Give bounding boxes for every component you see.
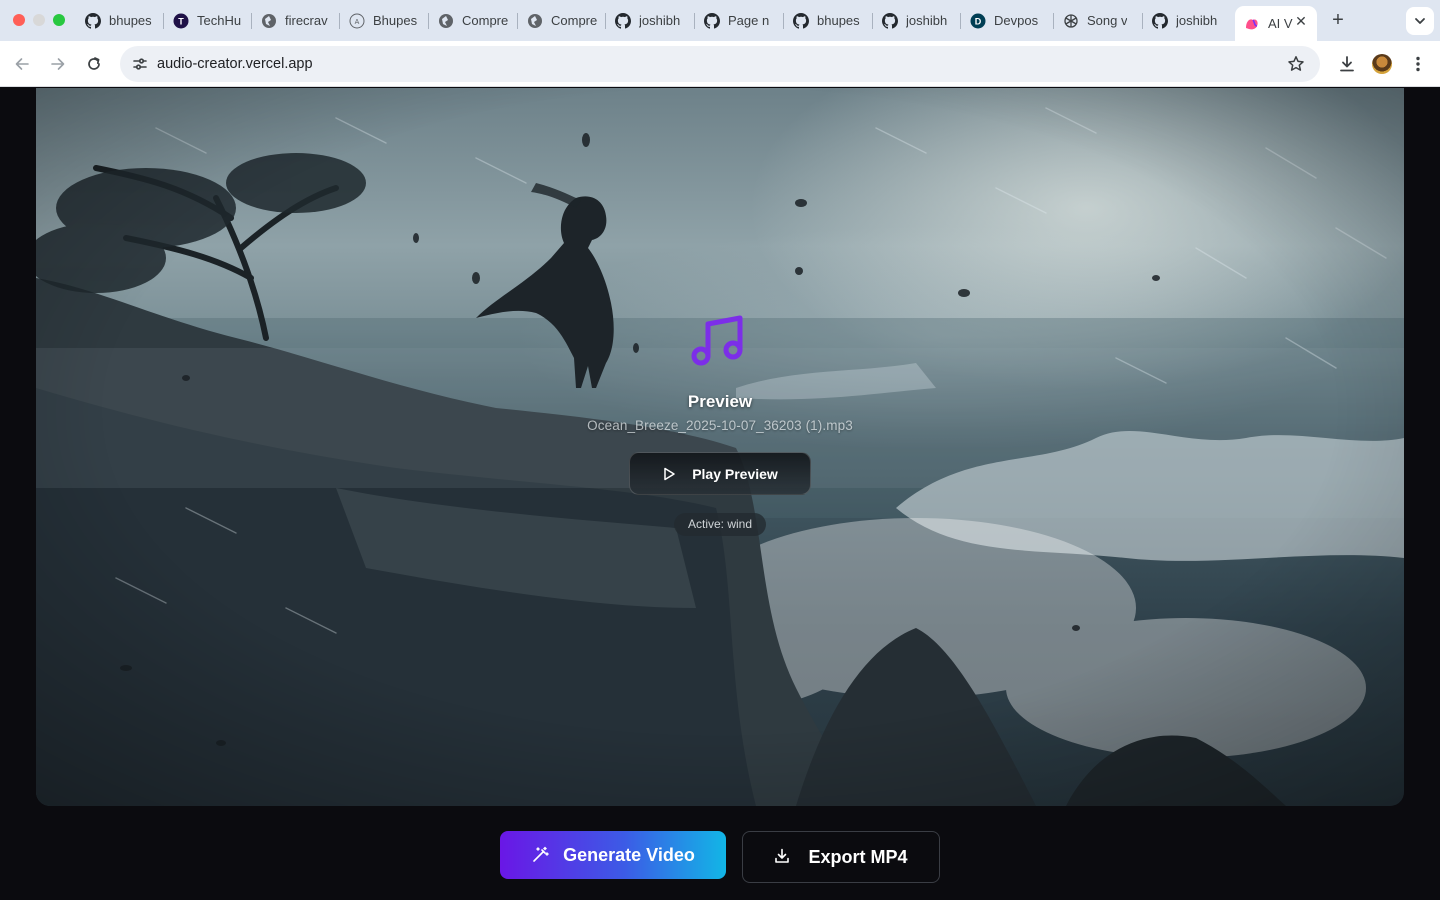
browser-menu-button[interactable] [1406,52,1430,76]
browser-tab[interactable]: Compre [518,6,606,35]
tab-title: bhupes [817,13,860,28]
action-bar: Generate Video Export MP4 [0,830,1440,886]
browser-tab[interactable]: bhupes [784,6,873,35]
app-logo-icon [1244,16,1260,32]
browser-tab[interactable]: T TechHu [164,6,252,35]
tab-title: Devpos [994,13,1039,28]
browser-tabstrip: bhupes T TechHu firecrav A Bhupes Compre… [0,0,1440,41]
tab-title: AI V [1268,16,1293,31]
export-mp4-label: Export MP4 [808,846,908,867]
url-text: audio-creator.vercel.app [157,56,313,72]
window-close-button[interactable] [13,14,25,26]
active-effect-badge: Active: wind [674,513,766,536]
github-icon [704,12,720,29]
browser-tab[interactable]: joshibh [1143,6,1231,35]
arrow-left-icon [15,58,29,70]
github-icon [1152,12,1168,29]
preview-overlay: Preview Ocean_Breeze_2025-10-07_36203 (1… [36,88,1404,806]
download-icon [1340,56,1354,72]
reload-icon [88,57,100,70]
more-vert-icon [1416,56,1420,72]
browser-tab[interactable]: joshibh [606,6,695,35]
browser-tab[interactable]: Song v [1054,6,1143,35]
github-icon [615,12,631,29]
svg-text:T: T [178,16,184,26]
bookmark-star-icon[interactable] [1286,54,1306,74]
download-icon [774,848,792,866]
browser-tab[interactable]: Compre [429,6,518,35]
browser-tab[interactable]: Page n [695,6,784,35]
profile-icon: A [349,13,365,29]
browser-tab[interactable]: firecrav [252,6,340,35]
arrow-right-icon [51,58,65,70]
play-icon [662,467,676,481]
magic-wand-icon [531,846,549,864]
tab-title: Bhupes [373,13,418,28]
reload-button[interactable] [82,52,106,76]
devpost-icon: D [970,13,986,29]
browser-tab[interactable]: A Bhupes [340,6,429,35]
github-icon [85,12,101,29]
tab-title: firecrav [285,13,328,28]
globe-icon [527,13,543,29]
window-maximize-button[interactable] [53,14,65,26]
tab-title: TechHu [197,13,242,28]
generate-video-button[interactable]: Generate Video [500,831,726,879]
site-info-icon[interactable] [128,52,152,76]
tab-title: Song v [1087,13,1128,28]
tab-title: Page n [728,13,770,28]
window-minimize-button[interactable] [33,14,45,26]
browser-toolbar: audio-creator.vercel.app [0,41,1440,87]
forward-button[interactable] [46,52,70,76]
tab-title: joshibh [639,13,681,28]
audio-filename: Ocean_Breeze_2025-10-07_36203 (1).mp3 [587,418,853,433]
globe-icon [261,13,277,29]
chevron-down-icon [1415,18,1425,24]
play-preview-label: Play Preview [692,465,778,482]
play-preview-button[interactable]: Play Preview [629,452,811,495]
new-tab-button[interactable]: + [1327,9,1349,31]
music-note-icon [691,315,743,366]
address-bar[interactable]: audio-creator.vercel.app [120,46,1320,82]
export-mp4-button[interactable]: Export MP4 [742,831,940,883]
video-preview-panel: Preview Ocean_Breeze_2025-10-07_36203 (1… [36,88,1404,806]
profile-avatar[interactable] [1372,54,1392,74]
generate-video-label: Generate Video [563,844,695,865]
github-icon [793,12,809,29]
downloads-button[interactable] [1335,52,1359,76]
globe-icon [438,13,454,29]
github-icon [882,12,898,29]
close-tab-icon[interactable]: ✕ [1293,13,1309,29]
svg-text:D: D [975,16,982,26]
openai-icon [1063,13,1079,29]
techhub-icon: T [173,13,189,29]
browser-tab[interactable]: D Devpos [961,6,1054,35]
page-content: Preview Ocean_Breeze_2025-10-07_36203 (1… [0,88,1440,900]
back-button[interactable] [10,52,34,76]
browser-tab[interactable]: bhupes [76,6,164,35]
svg-text:A: A [355,19,360,26]
tab-search-button[interactable] [1406,7,1434,35]
browser-tab-active[interactable]: AI V ✕ [1235,6,1317,41]
preview-title: Preview [687,392,753,411]
tab-title: Compre [462,13,509,28]
tab-title: joshibh [1176,13,1218,28]
tab-title: joshibh [906,13,948,28]
browser-tab[interactable]: joshibh [873,6,961,35]
tab-title: bhupes [109,13,152,28]
tab-title: Compre [551,13,598,28]
